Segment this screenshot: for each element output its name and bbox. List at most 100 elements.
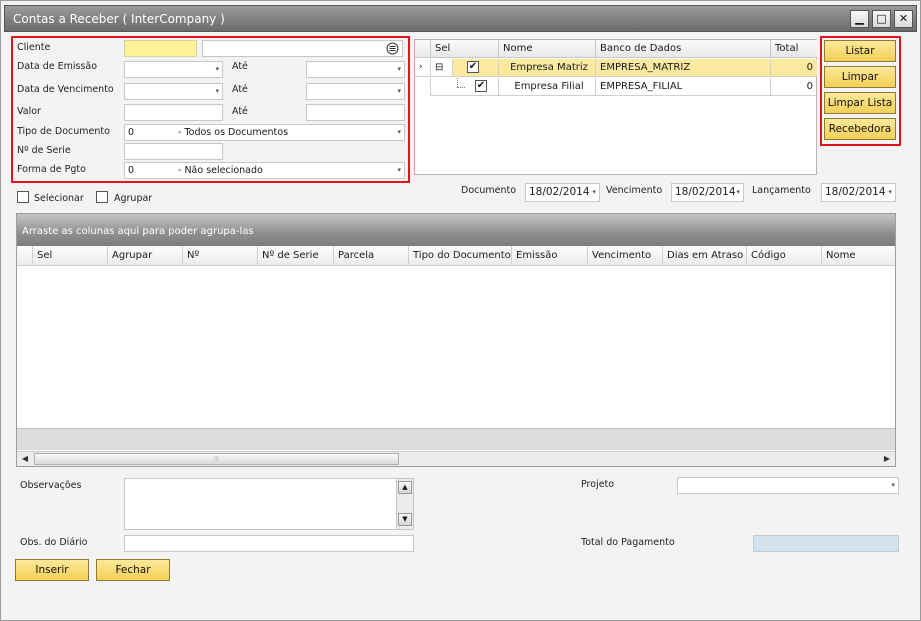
obs-diario-input[interactable] xyxy=(124,535,414,552)
close-button[interactable]: ✕ xyxy=(894,10,913,28)
lancamento-date-label: Lançamento xyxy=(752,185,811,196)
limpar-lista-button[interactable]: Limpar Lista xyxy=(824,92,896,114)
vencimento-date-input[interactable]: 18/02/2014 ▾ xyxy=(671,183,744,202)
emissao-ate-label: Até xyxy=(232,61,248,72)
tipo-documento-code: 0 xyxy=(128,127,135,138)
col-header-tipo-documento[interactable]: Tipo do Documento xyxy=(409,246,512,266)
tree-expander-icon[interactable]: ⊟ xyxy=(431,59,453,77)
scroll-left-icon[interactable]: ◀ xyxy=(17,452,33,466)
table-row-banco: EMPRESA_FILIAL xyxy=(596,78,771,96)
chevron-down-icon: ▾ xyxy=(592,188,596,196)
checkbox-checked[interactable]: ✔ xyxy=(467,61,479,73)
maximize-button[interactable]: □ xyxy=(872,10,891,28)
grid-corner xyxy=(415,40,431,58)
valor-ate-label: Até xyxy=(232,106,248,117)
selecionar-checkbox[interactable] xyxy=(17,191,29,203)
scroll-thumb[interactable]: ⦙⦙⦙ xyxy=(34,453,399,465)
group-by-panel[interactable]: Arraste as colunas aqui para poder agrup… xyxy=(17,214,895,246)
col-header-codigo[interactable]: Código xyxy=(747,246,822,266)
col-header-parcela[interactable]: Parcela xyxy=(334,246,409,266)
chevron-down-icon: ▾ xyxy=(215,65,219,73)
col-header-agrupar[interactable]: Agrupar xyxy=(108,246,183,266)
vencimento-from-input[interactable]: ▾ xyxy=(124,83,223,100)
documento-date-input[interactable]: 18/02/2014 ▾ xyxy=(525,183,600,202)
table-row-sel-cell[interactable]: ✔ xyxy=(469,78,499,96)
lancamento-date-value: 18/02/2014 xyxy=(825,186,886,198)
table-row-total: 0 xyxy=(771,78,817,96)
limpar-filtros-button[interactable]: Limpar Filtros xyxy=(824,66,896,103)
tree-line-horizontal xyxy=(457,87,465,88)
valor-to-input[interactable] xyxy=(306,104,405,121)
agrupar-checkbox[interactable] xyxy=(96,191,108,203)
col-total-header[interactable]: Total xyxy=(771,40,817,58)
table-row-nome: Empresa Filial xyxy=(499,78,596,96)
lancamento-date-input[interactable]: 18/02/2014 ▾ xyxy=(821,183,896,202)
grid-footer-bar xyxy=(17,428,895,450)
col-sel-header[interactable]: Sel xyxy=(431,40,499,58)
list-search-icon[interactable] xyxy=(386,42,399,55)
table-row-sel-cell[interactable]: ✔ xyxy=(453,59,499,77)
checkbox-checked[interactable]: ✔ xyxy=(475,80,487,92)
horizontal-scrollbar[interactable]: ◀ ⦙⦙⦙ ▶ xyxy=(17,451,895,466)
col-header-sel[interactable]: Sel xyxy=(33,246,108,266)
table-row-total: 0 xyxy=(771,59,817,77)
chevron-down-icon: ▾ xyxy=(397,166,401,174)
emissao-label: Data de Emissão xyxy=(17,61,98,72)
vertical-scrollbar[interactable]: ▲ ▼ xyxy=(396,479,413,529)
companies-grid: Sel Nome Banco de Dados Total › ⊟ ✔ Empr… xyxy=(414,39,817,175)
tree-line-vertical xyxy=(457,78,458,87)
scroll-down-icon[interactable]: ▼ xyxy=(398,513,412,526)
serie-input[interactable] xyxy=(124,143,223,160)
tipo-documento-text: - Todos os Documentos xyxy=(178,127,289,138)
window-title: Contas a Receber ( InterCompany ) xyxy=(13,12,225,26)
cliente-name-input[interactable] xyxy=(202,40,403,57)
results-grid: Arraste as colunas aqui para poder agrup… xyxy=(16,213,896,467)
scroll-right-icon[interactable]: ▶ xyxy=(879,452,895,466)
serie-label: Nº de Serie xyxy=(17,145,71,156)
chevron-down-icon: ▾ xyxy=(397,87,401,95)
col-header-serie[interactable]: Nº de Serie xyxy=(258,246,334,266)
scroll-up-icon[interactable]: ▲ xyxy=(398,481,412,494)
listar-button[interactable]: Listar xyxy=(824,40,896,62)
vencimento-to-input[interactable]: ▾ xyxy=(306,83,405,100)
tipo-documento-select[interactable]: 0 - Todos os Documentos ▾ xyxy=(124,124,405,141)
col-header-vencimento[interactable]: Vencimento xyxy=(588,246,663,266)
table-row-banco: EMPRESA_MATRIZ xyxy=(596,59,771,77)
total-pagamento-label: Total do Pagamento xyxy=(581,537,675,548)
row-pointer-icon: › xyxy=(415,59,431,77)
col-header-corner xyxy=(17,246,33,266)
fechar-button[interactable]: Fechar xyxy=(96,559,170,581)
col-header-emissao[interactable]: Emissão xyxy=(512,246,588,266)
col-header-nome[interactable]: Nome xyxy=(822,246,895,266)
col-nome-header[interactable]: Nome xyxy=(499,40,596,58)
inserir-button[interactable]: Inserir xyxy=(15,559,89,581)
col-header-dias-atraso[interactable]: Dias em Atraso xyxy=(663,246,747,266)
minimize-button[interactable]: ▁ xyxy=(850,10,869,28)
col-banco-header[interactable]: Banco de Dados xyxy=(596,40,771,58)
obs-diario-label: Obs. do Diário xyxy=(20,537,88,548)
projeto-select[interactable]: ▾ xyxy=(677,477,899,494)
table-row-nome: Empresa Matriz xyxy=(499,59,596,77)
emissao-to-input[interactable]: ▾ xyxy=(306,61,405,78)
observacoes-textarea[interactable]: ▲ ▼ xyxy=(124,478,414,530)
vencimento-date-label: Vencimento xyxy=(606,185,663,196)
chevron-down-icon: ▾ xyxy=(397,65,401,73)
projeto-label: Projeto xyxy=(581,479,615,490)
chevron-down-icon: ▾ xyxy=(215,87,219,95)
col-header-numero[interactable]: Nº xyxy=(183,246,258,266)
forma-pgto-text: - Não selecionado xyxy=(178,165,263,176)
chevron-down-icon: ▾ xyxy=(736,188,740,196)
cliente-code-input[interactable] xyxy=(124,40,197,57)
valor-from-input[interactable] xyxy=(124,104,223,121)
vencimento-date-value: 18/02/2014 xyxy=(675,186,736,198)
forma-pgto-select[interactable]: 0 - Não selecionado ▾ xyxy=(124,162,405,179)
total-pagamento-value xyxy=(753,535,899,552)
observacoes-label: Observações xyxy=(20,480,82,491)
title-bar: Contas a Receber ( InterCompany ) ▁ □ ✕ xyxy=(4,5,917,32)
vencimento-ate-label: Até xyxy=(232,84,248,95)
emissao-from-input[interactable]: ▾ xyxy=(124,61,223,78)
recebedora-button[interactable]: Recebedora xyxy=(824,118,896,140)
cliente-label: Cliente xyxy=(17,42,51,53)
row-spacer xyxy=(415,78,431,96)
chevron-down-icon: ▾ xyxy=(397,128,401,136)
